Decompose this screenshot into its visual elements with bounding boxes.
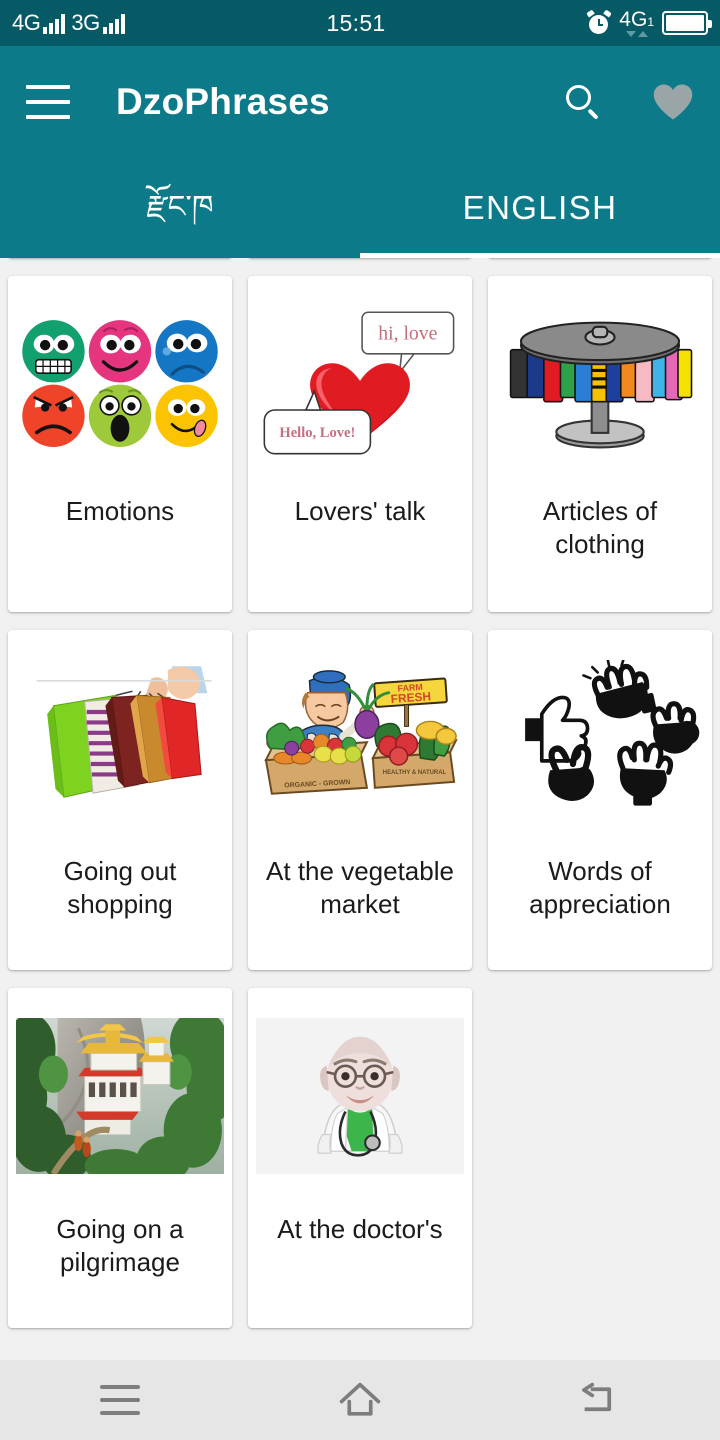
recents-icon: [100, 1385, 140, 1415]
card-label: Lovers' talk: [294, 496, 426, 526]
status-clock-wrap: 15:51: [125, 10, 588, 37]
sim1-network-label: 4G: [12, 10, 41, 35]
home-icon: [339, 1382, 381, 1416]
home-button[interactable]: [315, 1370, 405, 1430]
phone-screen: 4G 3G 15:51 4G 1 DzoPhrases རྫོང་ཁ ENGLI…: [0, 0, 720, 1440]
tab-english[interactable]: ENGLISH: [360, 158, 720, 258]
svg-text:HEALTHY & NATURAL: HEALTHY & NATURAL: [383, 770, 447, 776]
tab-bar: རྫོང་ཁ ENGLISH: [0, 158, 720, 258]
status-bar: 4G 3G 15:51 4G 1: [0, 0, 720, 46]
recents-button[interactable]: [75, 1370, 165, 1430]
app-bar-actions: [564, 82, 694, 122]
alarm-clock-icon: [586, 9, 613, 35]
lovers-talk-illustration: hi, love Hello, Love!: [248, 276, 472, 491]
shopping-bags-illustration: [8, 630, 232, 845]
sim1-signal-bars-icon: [43, 12, 66, 34]
card-label: At the vegetable market: [266, 856, 454, 920]
card-lovers-talk[interactable]: hi, love Hello, Love! Lovers' talk: [248, 276, 472, 612]
card-label: Going out shopping: [63, 856, 177, 920]
data-network-label: 4G: [619, 8, 648, 31]
card-at-the-vegetable-market[interactable]: FARM FRESH ORGANIC - GROWN HEALTHY & NAT…: [248, 630, 472, 970]
hand-gestures-illustration: [488, 630, 712, 845]
system-navigation-bar: [0, 1360, 720, 1440]
card-label: Articles of clothing: [542, 496, 658, 560]
tab-dzongkha-label: རྫོང་ཁ: [146, 188, 214, 224]
lovers-bubble-bottom-text: Hello, Love!: [279, 425, 355, 441]
data-network-indicator: 4G 1: [619, 9, 654, 37]
sim2-signal-bars-icon: [102, 12, 125, 34]
category-grid: Emotions hi, love Hello, Love! Lovers' t…: [8, 258, 712, 1328]
card-label: Words of appreciation: [529, 856, 671, 920]
back-icon: [582, 1382, 612, 1412]
app-bar: DzoPhrases རྫོང་ཁ ENGLISH: [0, 46, 720, 258]
doctor-illustration: [248, 988, 472, 1203]
lovers-bubble-top-text: hi, love: [378, 322, 437, 344]
card-words-of-appreciation[interactable]: Words of appreciation: [488, 630, 712, 970]
pilgrimage-photo: [8, 988, 232, 1203]
category-grid-scroll[interactable]: Emotions hi, love Hello, Love! Lovers' t…: [0, 258, 720, 1360]
card-at-the-doctors[interactable]: At the doctor's: [248, 988, 472, 1328]
status-left-group: 4G 3G: [12, 12, 125, 34]
vegetable-market-illustration: FARM FRESH ORGANIC - GROWN HEALTHY & NAT…: [248, 630, 472, 845]
data-traffic-arrows-icon: [625, 31, 648, 37]
sim2-signal: 3G: [71, 10, 125, 35]
sim1-signal: 4G: [12, 10, 66, 35]
heart-icon[interactable]: [652, 82, 694, 122]
clothing-rack-illustration: [488, 276, 712, 491]
card-going-out-shopping[interactable]: Going out shopping: [8, 630, 232, 970]
tab-english-label: ENGLISH: [462, 189, 618, 226]
app-bar-top: DzoPhrases: [0, 46, 720, 158]
battery-icon: [662, 11, 712, 35]
market-sign-line2: FRESH: [390, 689, 431, 706]
status-clock: 15:51: [326, 9, 386, 36]
hamburger-menu-icon[interactable]: [26, 85, 70, 119]
page-title: DzoPhrases: [116, 81, 330, 122]
sim2-network-label: 3G: [71, 10, 100, 35]
status-right-group: 4G 1: [586, 9, 712, 37]
data-network-sub: 1: [647, 15, 654, 29]
back-button[interactable]: [555, 1370, 645, 1430]
tab-dzongkha[interactable]: རྫོང་ཁ: [0, 158, 360, 258]
tab-active-indicator: [360, 253, 720, 258]
card-label: Going on a pilgrimage: [56, 1214, 184, 1278]
card-emotions[interactable]: Emotions: [8, 276, 232, 612]
emotions-illustration: [8, 276, 232, 491]
card-label: Emotions: [65, 496, 175, 526]
card-label: At the doctor's: [277, 1214, 443, 1244]
search-icon[interactable]: [564, 83, 602, 121]
card-going-on-a-pilgrimage[interactable]: Going on a pilgrimage: [8, 988, 232, 1328]
card-articles-of-clothing[interactable]: Articles of clothing: [488, 276, 712, 612]
